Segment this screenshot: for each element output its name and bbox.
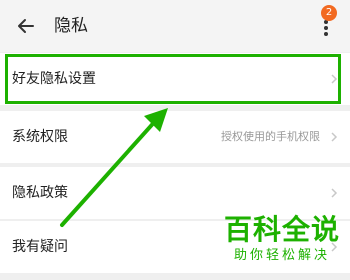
more-dot — [324, 26, 328, 30]
menu-item-privacy-policy[interactable]: 隐私政策 — [0, 167, 350, 219]
back-arrow-icon — [18, 19, 34, 33]
menu-item-label: 我有疑问 — [12, 239, 68, 255]
more-dot — [324, 32, 328, 36]
menu-item-label: 隐私政策 — [12, 185, 68, 201]
back-button[interactable] — [12, 12, 40, 40]
notification-badge: 2 — [321, 5, 337, 21]
app-header: 隐私 2 — [0, 0, 350, 52]
watermark-title: 百科全说 — [223, 213, 340, 246]
menu-item-value: 授权使用的手机权限 — [221, 130, 320, 143]
chevron-right-icon — [331, 132, 338, 142]
highlight-box — [5, 54, 341, 104]
chevron-right-icon — [331, 188, 338, 198]
menu-item-system-permissions[interactable]: 系统权限 授权使用的手机权限 — [0, 111, 350, 163]
watermark-logo: 百科全说 助你轻松解决 — [222, 213, 342, 265]
menu-item-label: 系统权限 — [12, 129, 68, 145]
watermark-subtitle: 助你轻松解决 — [233, 248, 330, 263]
page-title: 隐私 — [54, 16, 88, 36]
